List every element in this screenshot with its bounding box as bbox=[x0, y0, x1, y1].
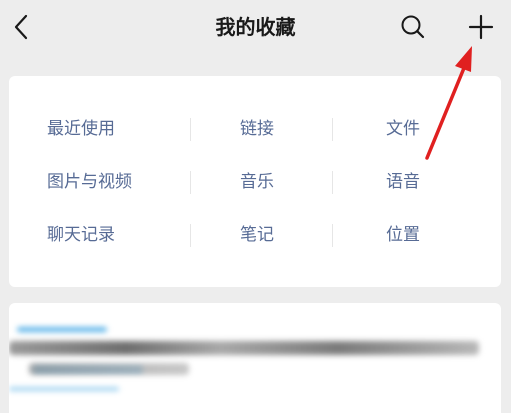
blurred-highlight bbox=[17, 327, 107, 332]
add-favorite-button[interactable] bbox=[462, 8, 500, 46]
column-divider bbox=[190, 171, 191, 194]
search-icon bbox=[401, 15, 425, 39]
search-button[interactable] bbox=[396, 10, 430, 44]
column-divider bbox=[332, 171, 333, 194]
category-card: 最近使用 链接 文件 图片与视频 音乐 语音 聊天记录 笔记 位置 bbox=[9, 76, 501, 287]
blurred-text bbox=[9, 341, 479, 355]
category-location[interactable]: 位置 bbox=[386, 209, 420, 262]
category-images-videos[interactable]: 图片与视频 bbox=[47, 156, 132, 209]
category-chat-history[interactable]: 聊天记录 bbox=[47, 209, 115, 262]
category-row: 聊天记录 笔记 位置 bbox=[9, 209, 501, 262]
blurred-text bbox=[29, 363, 189, 375]
favorite-list-item[interactable] bbox=[9, 303, 501, 413]
column-divider bbox=[332, 224, 333, 247]
category-grid: 最近使用 链接 文件 图片与视频 音乐 语音 聊天记录 笔记 位置 bbox=[9, 103, 501, 262]
category-row: 图片与视频 音乐 语音 bbox=[9, 156, 501, 209]
column-divider bbox=[190, 118, 191, 141]
category-recent[interactable]: 最近使用 bbox=[47, 103, 115, 156]
column-divider bbox=[190, 224, 191, 247]
blurred-highlight bbox=[9, 387, 119, 391]
page-title: 我的收藏 bbox=[215, 15, 296, 39]
category-music[interactable]: 音乐 bbox=[240, 156, 274, 209]
category-voice[interactable]: 语音 bbox=[386, 156, 420, 209]
column-divider bbox=[332, 118, 333, 141]
category-row: 最近使用 链接 文件 bbox=[9, 103, 501, 156]
plus-icon bbox=[468, 14, 494, 40]
category-files[interactable]: 文件 bbox=[386, 103, 420, 156]
category-notes[interactable]: 笔记 bbox=[240, 209, 274, 262]
top-navigation-bar: 我的收藏 bbox=[0, 0, 511, 56]
category-links[interactable]: 链接 bbox=[240, 103, 274, 156]
